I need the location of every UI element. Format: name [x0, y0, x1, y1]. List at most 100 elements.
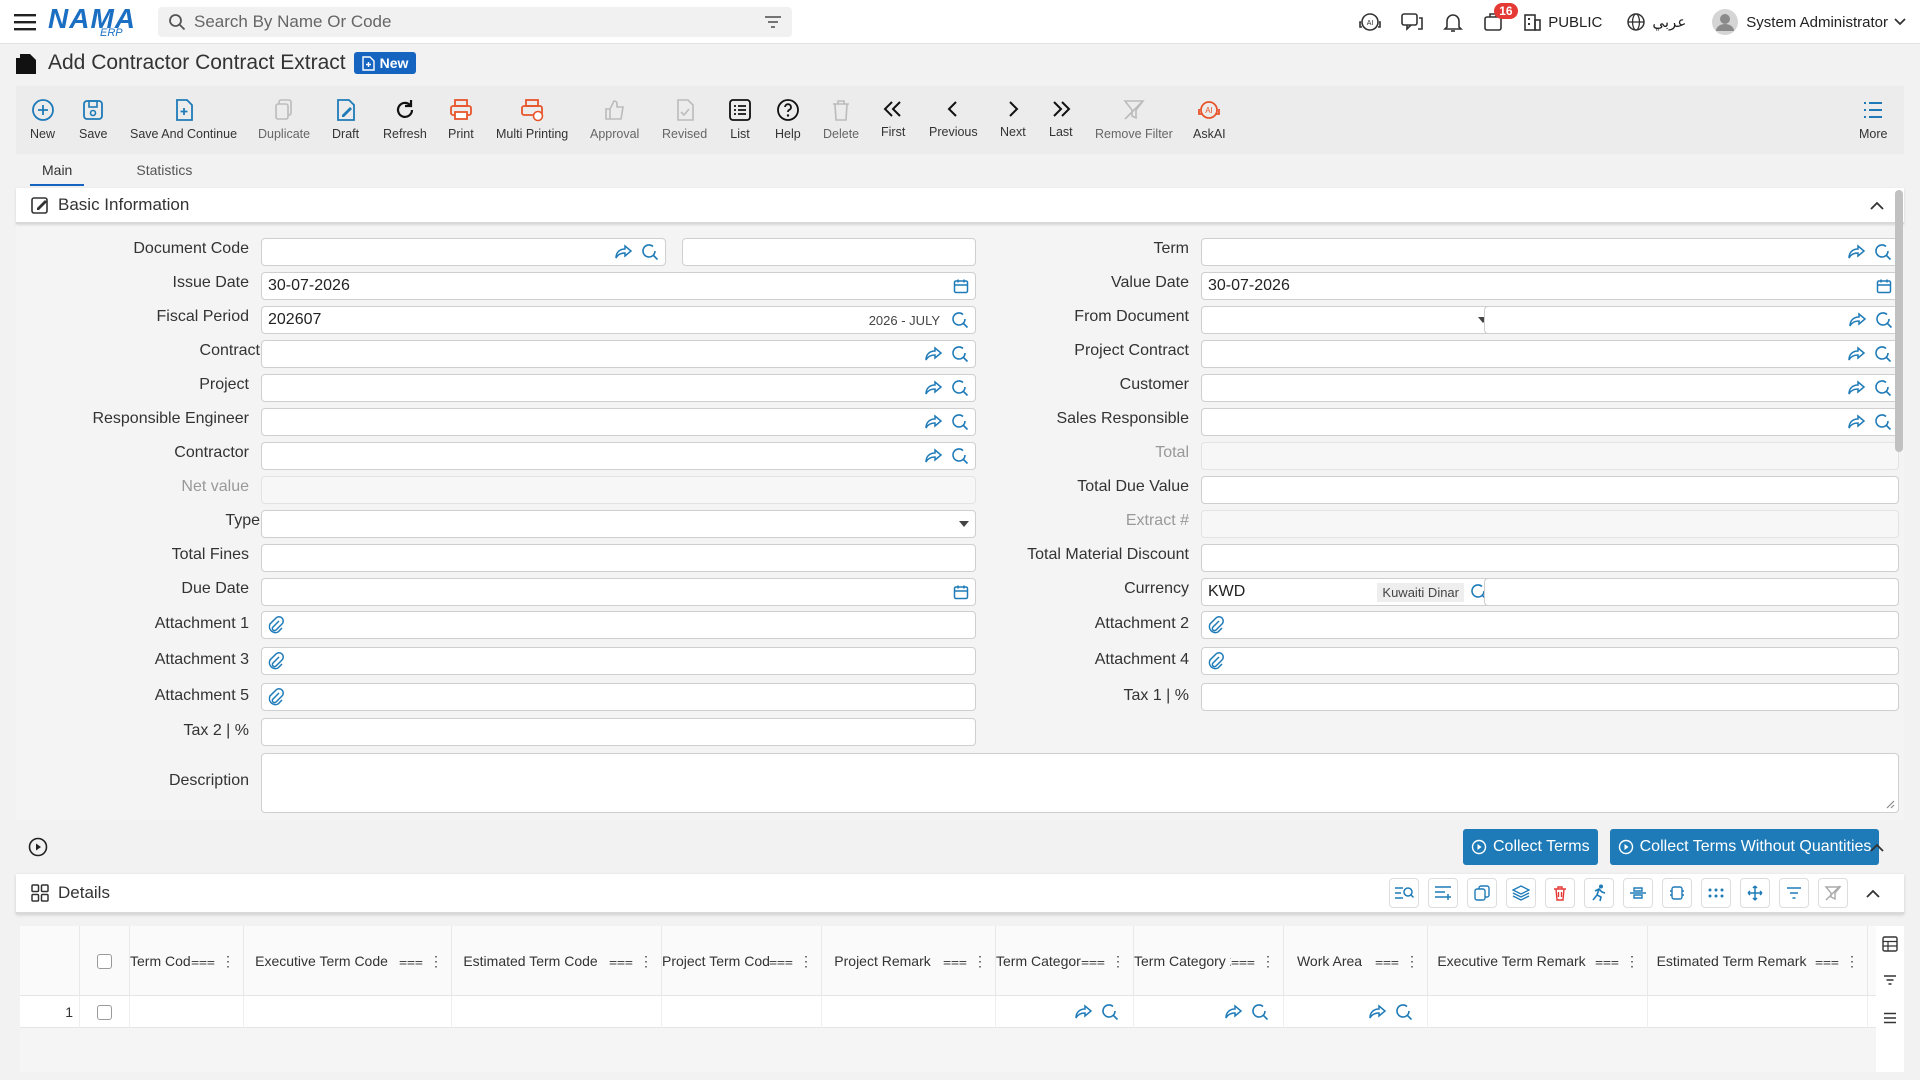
- new-button[interactable]: New: [30, 98, 55, 141]
- attachment-4-field[interactable]: [1201, 647, 1899, 675]
- duplicate-button[interactable]: Duplicate: [258, 98, 310, 141]
- chevron-up-icon[interactable]: [1870, 843, 1884, 852]
- lookup-search-icon[interactable]: [1101, 1003, 1119, 1021]
- form-scrollbar[interactable]: [1895, 190, 1903, 452]
- attachment-1-field[interactable]: [261, 611, 976, 639]
- tab-statistics[interactable]: Statistics: [124, 160, 204, 186]
- type-select[interactable]: [261, 510, 976, 538]
- description-textarea[interactable]: [261, 753, 1899, 813]
- column-header-project-term-code[interactable]: Project Term Code ⩶ ⋮: [662, 926, 822, 996]
- sales-responsible-field[interactable]: [1201, 408, 1899, 436]
- app-logo[interactable]: NAMA ERP: [48, 4, 136, 39]
- cell-executive-term-remark[interactable]: [1428, 996, 1648, 1028]
- insert-row-button[interactable]: [1428, 878, 1458, 908]
- search-filter-icon[interactable]: [764, 15, 782, 29]
- column-menu-icon[interactable]: ⋮: [429, 953, 443, 970]
- column-filter-icon[interactable]: ⩶: [1595, 953, 1619, 970]
- public-selector[interactable]: PUBLIC: [1522, 12, 1602, 32]
- column-filter-icon[interactable]: ⩶: [769, 953, 793, 970]
- row-checkbox[interactable]: [97, 1004, 112, 1020]
- project-field[interactable]: [261, 374, 976, 402]
- tax-1-field[interactable]: [1201, 683, 1899, 711]
- language-selector[interactable]: عربي: [1626, 12, 1686, 32]
- lookup-search-icon[interactable]: [1874, 345, 1892, 363]
- chevron-up-icon[interactable]: [1866, 889, 1880, 898]
- more-button[interactable]: More: [1859, 98, 1887, 141]
- column-filter-icon[interactable]: ⩶: [1081, 953, 1105, 970]
- value-date-field[interactable]: 30-07-2026: [1201, 272, 1899, 300]
- share-icon[interactable]: [925, 346, 943, 362]
- attachment-5-field[interactable]: [261, 683, 976, 711]
- calendar-icon[interactable]: [1876, 278, 1892, 294]
- column-header-term-category-2[interactable]: Term Category 2 ⩶ ⋮: [1134, 926, 1284, 996]
- lookup-search-icon[interactable]: [641, 243, 659, 261]
- run-button[interactable]: [1584, 878, 1614, 908]
- column-filter-icon[interactable]: ⩶: [1815, 953, 1839, 970]
- approval-button[interactable]: Approval: [590, 98, 639, 141]
- calendar-icon[interactable]: [953, 584, 969, 600]
- paperclip-icon[interactable]: [268, 652, 284, 670]
- column-header-executive-term-remark[interactable]: Executive Term Remark ⩶ ⋮: [1428, 926, 1648, 996]
- lookup-search-icon[interactable]: [951, 413, 969, 431]
- total-fines-field[interactable]: [261, 544, 976, 572]
- list-button[interactable]: List: [728, 98, 752, 141]
- find-rows-button[interactable]: [1389, 878, 1419, 908]
- column-header-work-area[interactable]: Work Area ⩶ ⋮: [1284, 926, 1428, 996]
- column-filter-icon[interactable]: ⩶: [943, 953, 967, 970]
- menu-icon[interactable]: [14, 13, 36, 31]
- cell-project-remark[interactable]: [822, 996, 996, 1028]
- share-icon[interactable]: [925, 380, 943, 396]
- currency-field[interactable]: KWD Kuwaiti Dinar: [1201, 578, 1495, 606]
- delete-button[interactable]: Delete: [823, 98, 859, 141]
- table-settings-icon[interactable]: [1882, 936, 1898, 952]
- term-field[interactable]: [1201, 238, 1899, 266]
- select-all-checkbox[interactable]: [97, 953, 112, 969]
- grid-dots-button[interactable]: [1701, 878, 1731, 908]
- share-icon[interactable]: [1225, 1004, 1243, 1020]
- share-icon[interactable]: [1369, 1004, 1387, 1020]
- chat-icon[interactable]: [1400, 11, 1424, 33]
- attachment-3-field[interactable]: [261, 647, 976, 675]
- refresh-button[interactable]: Refresh: [383, 98, 427, 141]
- column-filter-icon[interactable]: ⩶: [399, 953, 423, 970]
- column-header-term-code[interactable]: Term Code⩶ ⋮: [130, 926, 244, 996]
- draft-button[interactable]: Draft: [332, 98, 359, 141]
- column-menu-icon[interactable]: ⋮: [221, 953, 235, 970]
- paperclip-icon[interactable]: [268, 616, 284, 634]
- previous-button[interactable]: Previous: [929, 98, 978, 139]
- bell-icon[interactable]: [1442, 11, 1464, 33]
- paperclip-icon[interactable]: [1208, 652, 1224, 670]
- lookup-search-icon[interactable]: [1874, 243, 1892, 261]
- cell-estimated-term-code[interactable]: [452, 996, 662, 1028]
- currency-rate-field[interactable]: [1484, 578, 1899, 606]
- fiscal-period-field[interactable]: 202607 2026 - JULY: [261, 306, 976, 334]
- column-menu-icon[interactable]: ⋮: [1625, 953, 1639, 970]
- document-code-extra-field[interactable]: [682, 238, 976, 266]
- column-header-estimated-term-code[interactable]: Estimated Term Code ⩶ ⋮: [452, 926, 662, 996]
- column-settings-button[interactable]: [1623, 878, 1653, 908]
- column-menu-icon[interactable]: ⋮: [1261, 953, 1275, 970]
- share-icon[interactable]: [615, 244, 633, 260]
- share-icon[interactable]: [925, 414, 943, 430]
- lookup-search-icon[interactable]: [951, 447, 969, 465]
- lookup-search-icon[interactable]: [1875, 311, 1893, 329]
- remove-filter-button[interactable]: Remove Filter: [1095, 98, 1173, 141]
- collect-terms-button[interactable]: Collect Terms: [1463, 829, 1598, 865]
- column-header-project-remark[interactable]: Project Remark ⩶ ⋮: [822, 926, 996, 996]
- delete-row-button[interactable]: [1545, 878, 1575, 908]
- search-input[interactable]: [194, 11, 764, 32]
- column-filter-icon[interactable]: ⩶: [1375, 953, 1399, 970]
- table-row[interactable]: 1: [20, 996, 1876, 1028]
- column-header-estimated-term-remark[interactable]: Estimated Term Remark ⩶ ⋮: [1648, 926, 1868, 996]
- next-button[interactable]: Next: [1000, 98, 1026, 139]
- filter-icon[interactable]: [1883, 974, 1897, 986]
- share-icon[interactable]: [1848, 380, 1866, 396]
- first-button[interactable]: First: [881, 98, 905, 139]
- column-header-executive-term-code[interactable]: Executive Term Code ⩶ ⋮: [244, 926, 452, 996]
- askai-button[interactable]: AI AskAI: [1193, 98, 1226, 141]
- column-menu-icon[interactable]: ⋮: [1405, 953, 1419, 970]
- cell-term-category-2[interactable]: [1134, 996, 1284, 1028]
- due-date-field[interactable]: [261, 578, 976, 606]
- total-due-value-field[interactable]: [1201, 476, 1899, 504]
- paperclip-icon[interactable]: [1208, 616, 1224, 634]
